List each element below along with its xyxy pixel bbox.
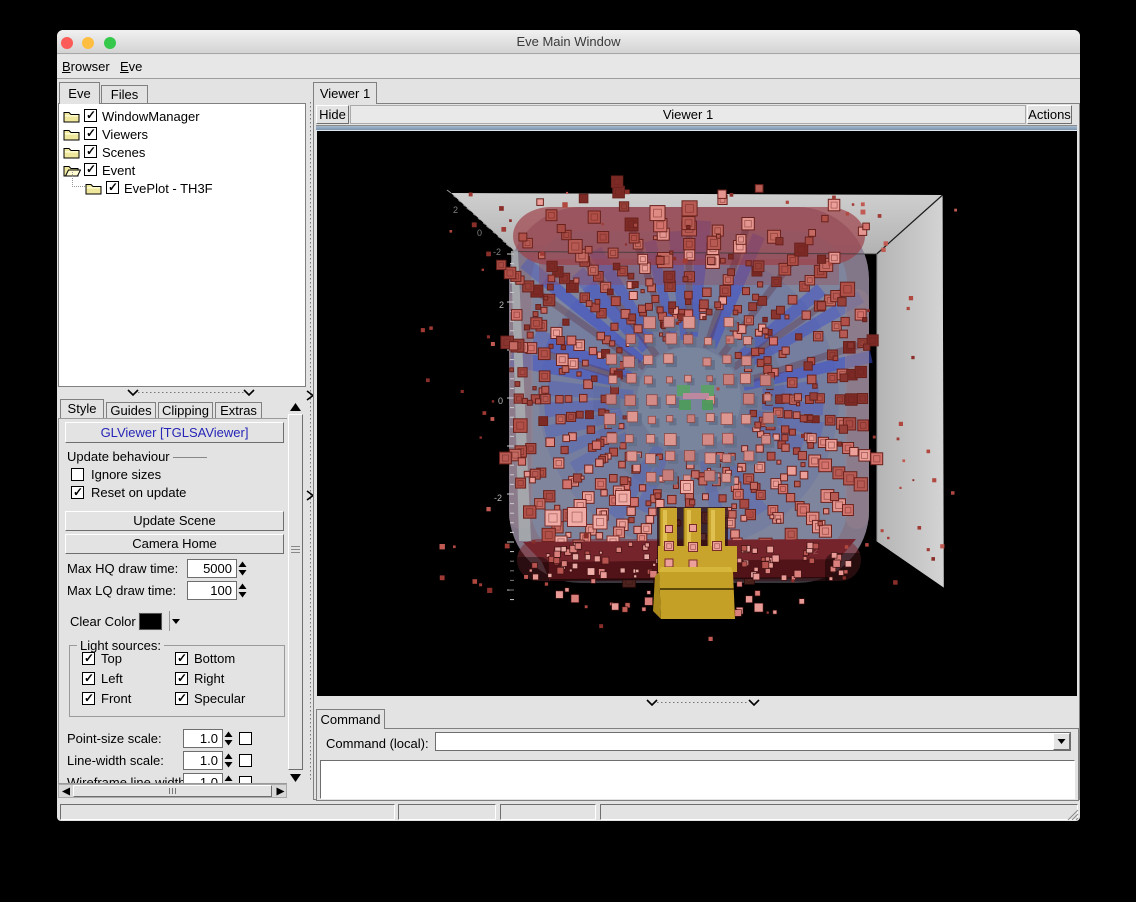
svg-text:-2: -2 (494, 493, 502, 503)
svg-text:0: 0 (477, 228, 482, 238)
svg-text:0: 0 (498, 396, 503, 406)
svg-text:2: 2 (499, 300, 504, 310)
svg-text:2: 2 (453, 205, 458, 215)
svg-text:-2: -2 (493, 247, 501, 257)
